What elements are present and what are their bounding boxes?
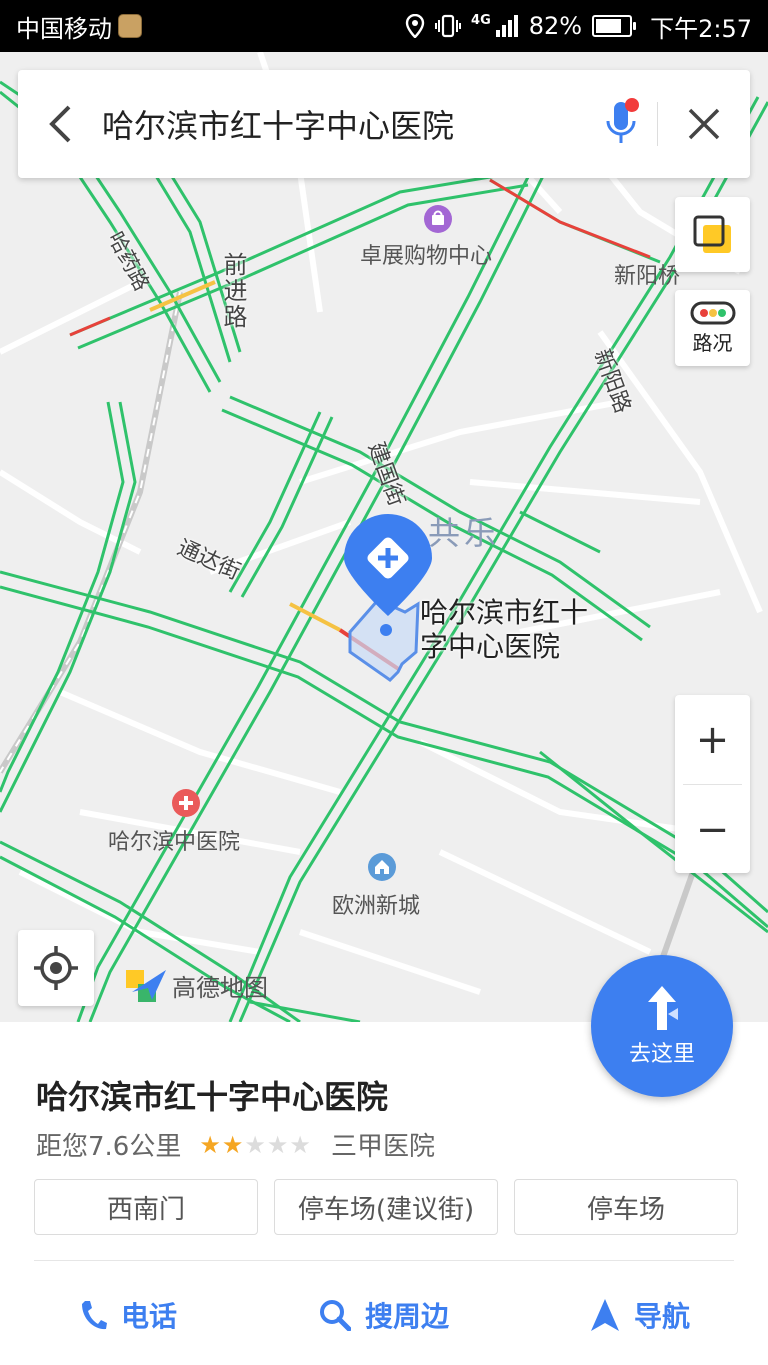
star-filled-icon: ★ [199, 1130, 221, 1159]
navigation-icon [590, 1299, 619, 1331]
phone-icon [81, 1301, 107, 1330]
entrance-chips: 西南门 停车场(建议街) 停车场 [34, 1179, 738, 1235]
traffic-button[interactable]: 路况 [675, 290, 750, 366]
shopping-icon[interactable] [423, 204, 453, 234]
battery-percent: 82% [528, 12, 583, 40]
map-layers-button[interactable] [675, 197, 750, 272]
back-button[interactable] [18, 70, 102, 178]
network-type: 4G [471, 12, 491, 28]
road-label-qianjin: 前进路 [219, 252, 247, 330]
poi-label-ouzhou[interactable]: 欧洲新城 [332, 888, 420, 920]
star-filled-icon: ★ [221, 1130, 244, 1159]
go-here-button[interactable]: 去这里 [591, 955, 733, 1097]
zoom-in-button[interactable]: + [675, 695, 750, 784]
navigate-label: 导航 [633, 1300, 690, 1333]
back-arrow-icon [49, 105, 71, 143]
vibrate-icon [435, 14, 462, 38]
notification-dot [625, 98, 639, 112]
carrier-info: 中国移动 [16, 9, 142, 44]
call-button[interactable]: 电话 [0, 1287, 256, 1343]
navigate-button[interactable]: 导航 [512, 1287, 768, 1343]
go-here-label: 去这里 [628, 1042, 695, 1067]
sheet-divider [34, 1260, 734, 1261]
app-notification-icon [118, 14, 142, 38]
clock: 下午2:57 [650, 14, 752, 43]
place-name: 哈尔滨市红十字中心医院 [36, 1078, 389, 1116]
residential-icon[interactable] [367, 852, 397, 882]
action-bar: 电话 搜周边 导航 [0, 1287, 768, 1343]
carrier-name: 中国移动 [16, 14, 112, 43]
map-view[interactable]: 卓展购物中心 新阳桥 共乐 哈尔滨中医院 欧洲新城 哈药路 前进路 新阳路 建国… [0, 52, 768, 1022]
search-nearby-button[interactable]: 搜周边 [256, 1287, 512, 1343]
call-label: 电话 [120, 1300, 177, 1333]
clear-search-button[interactable] [658, 70, 750, 178]
rating-stars: ★ ★ ★ ★ ★ [199, 1133, 311, 1157]
traffic-light-icon [690, 301, 735, 324]
hospital-icon[interactable] [171, 788, 201, 818]
search-query[interactable]: 哈尔滨市红十字中心医院 [102, 101, 587, 147]
amap-logo: 高德地图 [126, 966, 268, 1004]
traffic-label: 路况 [692, 330, 733, 355]
amap-logo-text: 高德地图 [172, 973, 268, 1002]
search-nearby-label: 搜周边 [364, 1300, 449, 1333]
star-empty-icon: ★ [289, 1130, 311, 1159]
entrance-chip[interactable]: 西南门 [34, 1179, 258, 1235]
search-icon [319, 1300, 351, 1331]
zoom-out-button[interactable]: − [675, 785, 750, 874]
search-bar[interactable]: 哈尔滨市红十字中心医院 [18, 70, 750, 178]
place-distance: 距您7.6公里 [36, 1132, 182, 1162]
battery-icon [592, 15, 637, 37]
marker-label-line2: 字中心医院 [420, 630, 561, 663]
marker-label: 哈尔滨市红十 字中心医院 [420, 596, 588, 664]
place-grade: 三甲医院 [330, 1132, 435, 1162]
marker-label-line1: 哈尔滨市红十 [420, 596, 589, 629]
my-location-button[interactable] [18, 930, 94, 1006]
entrance-chip[interactable]: 停车场(建议街) [274, 1179, 498, 1235]
poi-label-tcm-hospital[interactable]: 哈尔滨中医院 [108, 824, 240, 856]
place-meta: 距您7.6公里 ★ ★ ★ ★ ★ 三甲医院 [36, 1126, 435, 1163]
layers-icon [693, 215, 731, 253]
status-bar: 中国移动 4G 82% 下午2:57 [0, 0, 768, 52]
signal-icon [495, 15, 518, 37]
entrance-chip[interactable]: 停车场 [514, 1179, 738, 1235]
amap-logo-icon [126, 970, 166, 1002]
poi-label-mall[interactable]: 卓展购物中心 [360, 238, 492, 270]
star-empty-icon: ★ [266, 1130, 289, 1159]
voice-search-button[interactable] [587, 70, 657, 178]
district-label: 共乐 [428, 514, 501, 552]
location-icon [405, 14, 425, 38]
locate-icon [34, 946, 78, 990]
zoom-controls: + − [675, 695, 750, 873]
status-indicators: 4G 82% 下午2:57 [405, 9, 752, 44]
route-arrow-icon [648, 986, 678, 1030]
close-icon [688, 108, 720, 140]
poi-label-xinyang-bridge: 新阳桥 [614, 264, 681, 289]
star-empty-icon: ★ [244, 1130, 266, 1159]
